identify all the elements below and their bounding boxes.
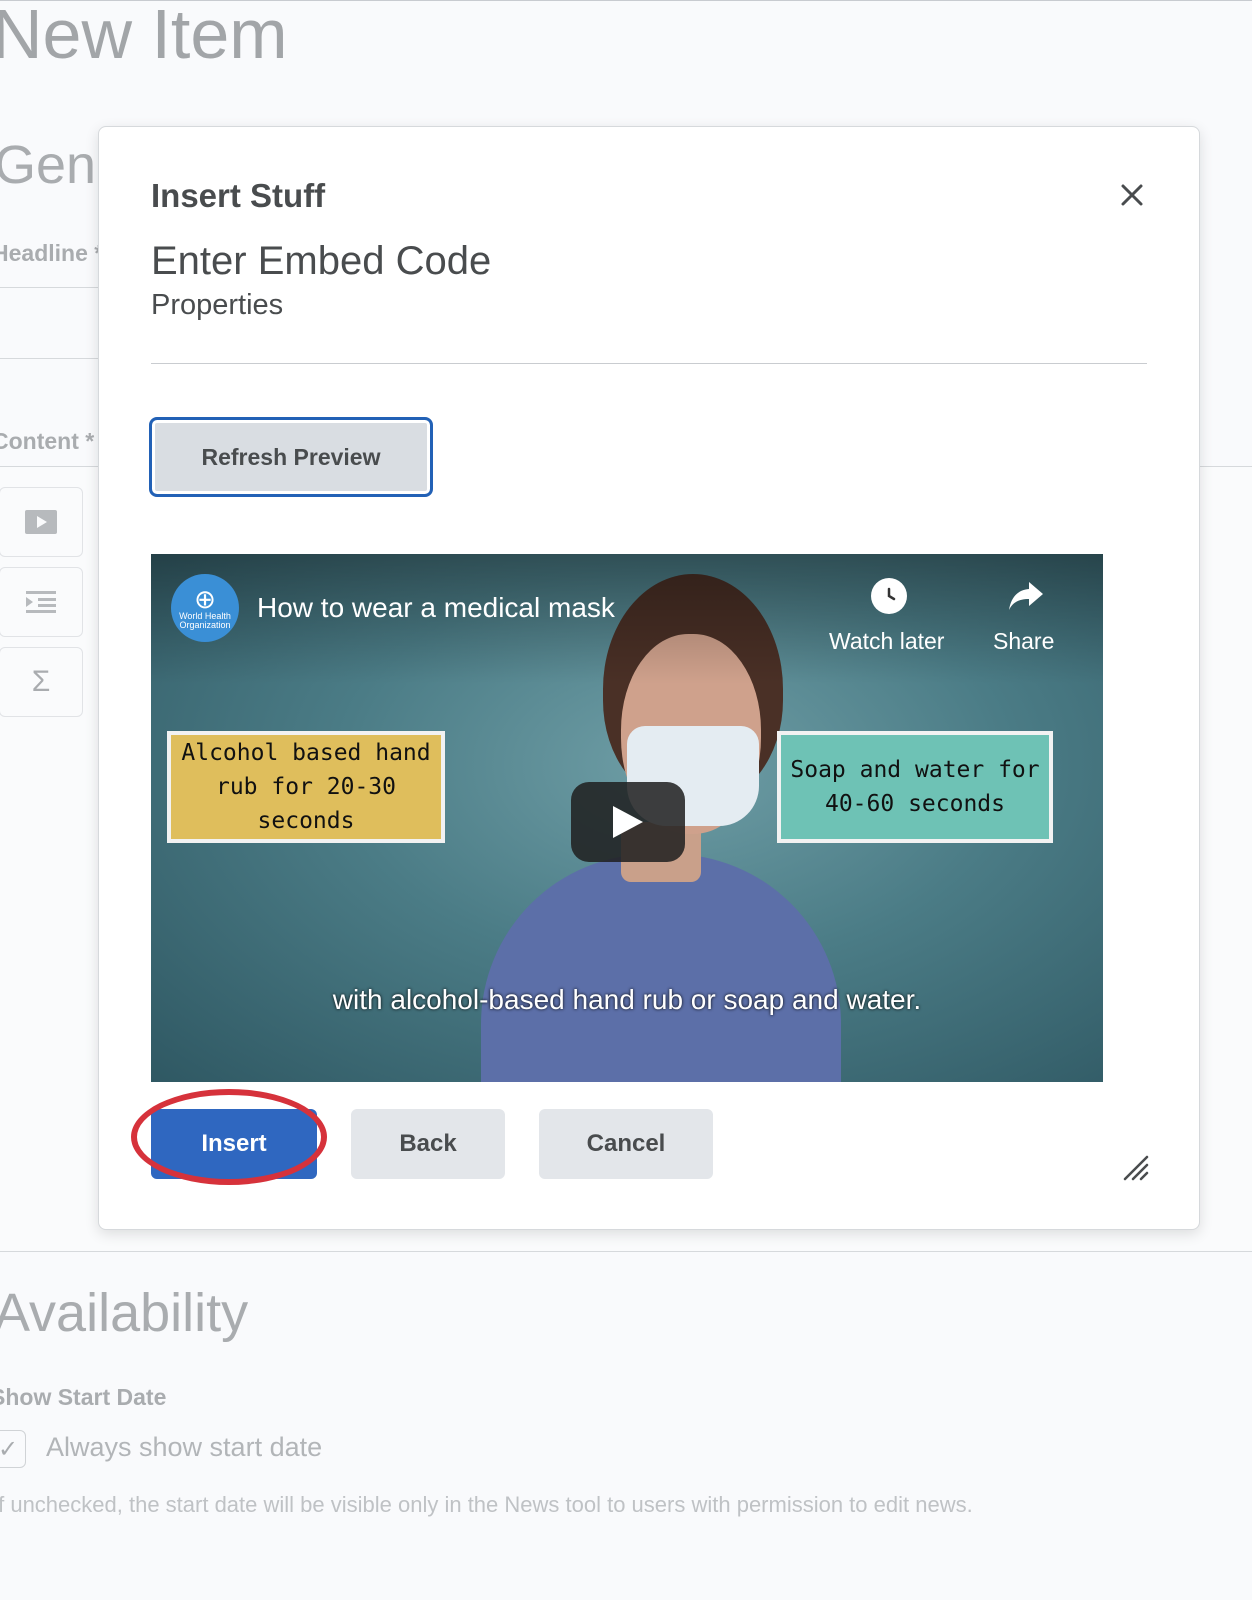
callout-hand-rub: Alcohol based hand rub for 20-30 seconds xyxy=(167,731,445,843)
always-show-label: Always show start date xyxy=(46,1432,323,1462)
channel-name: World Health Organization xyxy=(179,611,231,630)
header-divider xyxy=(151,363,1147,364)
insert-button[interactable]: Insert xyxy=(151,1109,317,1179)
refresh-preview-button[interactable]: Refresh Preview xyxy=(149,417,433,497)
indent-button[interactable] xyxy=(0,567,83,637)
video-person-body xyxy=(481,854,841,1082)
back-button[interactable]: Back xyxy=(351,1109,505,1179)
who-globe-icon: ⊕ xyxy=(194,584,216,614)
section-availability-heading: Availability xyxy=(0,1283,249,1343)
resize-handle[interactable] xyxy=(1123,1155,1149,1181)
dialog-title: Insert Stuff xyxy=(151,177,326,214)
close-icon xyxy=(1121,184,1143,206)
insert-stuff-dialog: Insert Stuff Enter Embed Code Properties… xyxy=(98,126,1200,1230)
video-icon xyxy=(25,510,57,534)
cancel-button[interactable]: Cancel xyxy=(539,1109,713,1179)
share-icon[interactable] xyxy=(1007,580,1045,621)
watch-later-label[interactable]: Watch later xyxy=(829,628,944,655)
video-preview[interactable]: ⊕ World Health Organization How to wear … xyxy=(151,554,1103,1082)
always-show-checkbox[interactable]: ✓ xyxy=(0,1430,26,1468)
step-title: Enter Embed Code xyxy=(151,239,492,283)
watch-later-button[interactable] xyxy=(871,578,907,614)
content-label: Content * xyxy=(0,428,95,454)
callout-soap-water: Soap and water for 40-60 seconds xyxy=(777,731,1053,843)
start-date-help-text: If unchecked, the start date will be vis… xyxy=(0,1492,973,1517)
play-icon xyxy=(613,806,643,838)
checkmark-icon: ✓ xyxy=(0,1435,19,1463)
video-title[interactable]: How to wear a medical mask xyxy=(257,592,615,624)
resize-icon xyxy=(1123,1155,1149,1181)
indent-icon xyxy=(26,591,56,613)
equation-button[interactable]: Σ xyxy=(0,647,83,717)
video-caption: with alcohol-based hand rub or soap and … xyxy=(332,984,922,1015)
headline-input[interactable] xyxy=(0,287,110,359)
insert-video-button[interactable] xyxy=(0,487,83,557)
close-button[interactable] xyxy=(1109,172,1155,218)
step-subtitle: Properties xyxy=(151,289,284,321)
show-start-date-label: Show Start Date xyxy=(0,1384,167,1410)
play-button[interactable] xyxy=(571,782,685,862)
channel-avatar[interactable]: ⊕ World Health Organization xyxy=(171,574,239,642)
share-label[interactable]: Share xyxy=(993,628,1054,655)
page-title: New Item xyxy=(0,0,288,73)
sigma-icon: Σ xyxy=(31,665,51,698)
headline-label: Headline * xyxy=(0,240,104,266)
clock-icon xyxy=(887,587,896,601)
